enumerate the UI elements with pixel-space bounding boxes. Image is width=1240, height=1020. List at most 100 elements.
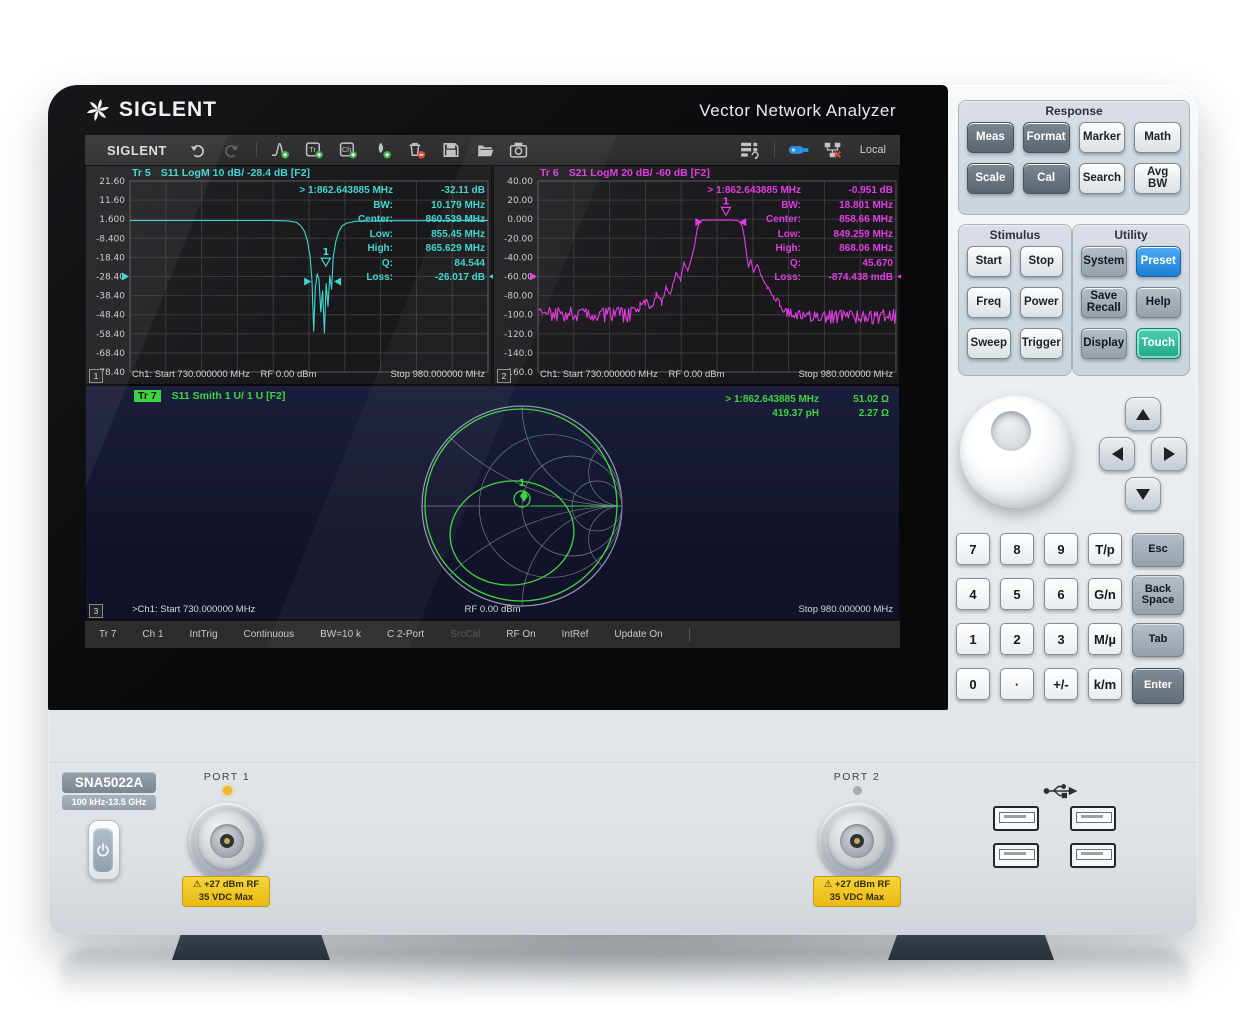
add-marker-icon[interactable] [371, 139, 395, 161]
key-4[interactable]: 4 [956, 578, 990, 610]
left-arrow-icon [1112, 447, 1123, 461]
freq-button[interactable]: Freq [967, 287, 1011, 318]
svg-text:-18.40: -18.40 [96, 253, 125, 263]
key-8[interactable]: 8 [1000, 533, 1034, 565]
svg-text:Tr: Tr [310, 145, 317, 154]
svg-text:11.60: 11.60 [99, 196, 125, 206]
scale-button[interactable]: Scale [967, 163, 1014, 194]
key-dot[interactable]: · [1000, 668, 1034, 700]
rotary-knob[interactable] [960, 396, 1072, 508]
key-3[interactable]: 3 [1044, 623, 1078, 655]
siglent-swirl-icon [85, 97, 111, 123]
add-trace-graph-icon[interactable] [269, 139, 293, 161]
usb-port[interactable] [993, 843, 1039, 868]
utility-group-title: Utility [1073, 228, 1189, 242]
key-g-n[interactable]: G/n [1088, 578, 1122, 610]
math-button[interactable]: Math [1134, 122, 1181, 153]
key-0[interactable]: 0 [956, 668, 990, 700]
display-layout-icon[interactable] [738, 139, 762, 161]
key-plus-minus[interactable]: +/- [1044, 668, 1078, 700]
bandwidth-stat-row: Loss:-874.438 mdB [638, 272, 893, 283]
svg-text:-68.40: -68.40 [96, 349, 125, 359]
response-group: Response Meas Format Marker Math Scale Cal Sear… [958, 100, 1190, 215]
up-arrow-key[interactable] [1125, 397, 1161, 431]
stop-button[interactable]: Stop [1020, 246, 1064, 277]
avg-bw-button[interactable]: Avg BW [1134, 163, 1181, 194]
marker-button[interactable]: Marker [1079, 122, 1126, 153]
key-k-m[interactable]: k/m [1088, 668, 1122, 700]
usb-port[interactable] [993, 806, 1039, 831]
sweep-button[interactable]: Sweep [967, 328, 1011, 359]
enter-key[interactable]: Enter [1132, 668, 1184, 704]
key-2[interactable]: 2 [1000, 623, 1034, 655]
esc-key[interactable]: Esc [1132, 533, 1184, 567]
power-button[interactable]: Power [1020, 287, 1064, 318]
bandwidth-stat-row: Low:849.259 MHz [638, 229, 893, 240]
right-arrow-key[interactable] [1151, 437, 1187, 471]
port1-led [223, 786, 232, 795]
status-rf-on: RF On [506, 629, 535, 640]
key-9[interactable]: 9 [1044, 533, 1078, 565]
undo-icon[interactable] [186, 139, 210, 161]
lan-status-error-icon[interactable] [821, 139, 845, 161]
siglent-logo: SIGLENT [85, 97, 217, 123]
trace-header: Tr 7 S11 Smith 1 U/ 1 U [F2] [134, 390, 285, 402]
left-arrow-key[interactable] [1099, 437, 1135, 471]
key-m-µ[interactable]: M/µ [1088, 623, 1122, 655]
redo-icon[interactable] [220, 139, 244, 161]
cal-button[interactable]: Cal [1023, 163, 1070, 194]
key-t-p[interactable]: T/p [1088, 533, 1122, 565]
add-trace-icon[interactable]: Tr [303, 139, 327, 161]
right-arrow-icon [1164, 447, 1175, 461]
status-bw-10-k: BW=10 k [320, 629, 361, 640]
save-recall-button[interactable]: Save Recall [1081, 287, 1127, 318]
display-button[interactable]: Display [1081, 328, 1127, 359]
marker-readout-panel: > 1:862.643885 MHz51.02 Ω 419.37 pH2.27 … [639, 394, 889, 422]
touch-button[interactable]: Touch [1136, 328, 1182, 359]
bandwidth-stat-row: BW:18.801 MHz [638, 200, 893, 211]
key-7[interactable]: 7 [956, 533, 990, 565]
status-intref: IntRef [562, 629, 589, 640]
key-6[interactable]: 6 [1044, 578, 1078, 610]
channel-number-badge: 1 [89, 369, 103, 383]
marker-readout-panel: > 1:862.643885 MHz-32.11 dB BW:10.179 MH… [230, 185, 485, 287]
preset-button[interactable]: Preset [1136, 246, 1182, 277]
bandwidth-stat-row: High:868.06 MHz [638, 243, 893, 254]
screen-toolbar: SIGLENT Tr [85, 135, 900, 166]
svg-text:-120.0: -120.0 [504, 330, 533, 340]
channel-number-badge: 3 [89, 604, 103, 618]
down-arrow-key[interactable] [1125, 477, 1161, 511]
stimulus-group: StimulusStartStopFreqPowerSweepTrigger [958, 224, 1072, 376]
warning-icon: ⚠ [193, 879, 202, 890]
back-space-key[interactable]: Back Space [1132, 575, 1184, 615]
product-shot: SIGLENT Vector Network Analyzer SIGLENT [0, 0, 1240, 1020]
trigger-button[interactable]: Trigger [1020, 328, 1064, 359]
status-ch-1: Ch 1 [142, 629, 163, 640]
plot-s11-logmag: Tr 5S11 LogM 10 dB/ -28.4 dB [F2] 21.601… [85, 165, 492, 385]
delete-trace-icon[interactable] [405, 139, 429, 161]
help-button[interactable]: Help [1136, 287, 1182, 318]
tab-key[interactable]: Tab [1132, 623, 1184, 657]
format-button[interactable]: Format [1023, 122, 1070, 153]
key-1[interactable]: 1 [956, 623, 990, 655]
system-button[interactable]: System [1081, 246, 1127, 277]
save-file-icon[interactable] [439, 139, 463, 161]
svg-text:20.00: 20.00 [507, 196, 533, 206]
bandwidth-stat-row: Center:858.66 MHz [638, 214, 893, 225]
open-file-icon[interactable] [473, 139, 497, 161]
screenshot-icon[interactable] [507, 139, 531, 161]
meas-button[interactable]: Meas [967, 122, 1014, 153]
toolbar-separator [256, 142, 257, 158]
bandwidth-stat-row: Center:860.539 MHz [230, 214, 485, 225]
key-5[interactable]: 5 [1000, 578, 1034, 610]
usb-port[interactable] [1070, 843, 1116, 868]
usb-port[interactable] [1070, 806, 1116, 831]
channel-footer: 1 Ch1: Start 730.000000 MHz RF 0.00 dBm … [86, 368, 491, 383]
power-button[interactable] [88, 820, 120, 880]
response-group-title: Response [959, 104, 1189, 118]
usb-device-icon[interactable] [787, 139, 811, 161]
add-channel-icon[interactable]: Ch [337, 139, 361, 161]
start-button[interactable]: Start [967, 246, 1011, 277]
search-button[interactable]: Search [1079, 163, 1126, 194]
status-inttrig: IntTrig [190, 629, 218, 640]
